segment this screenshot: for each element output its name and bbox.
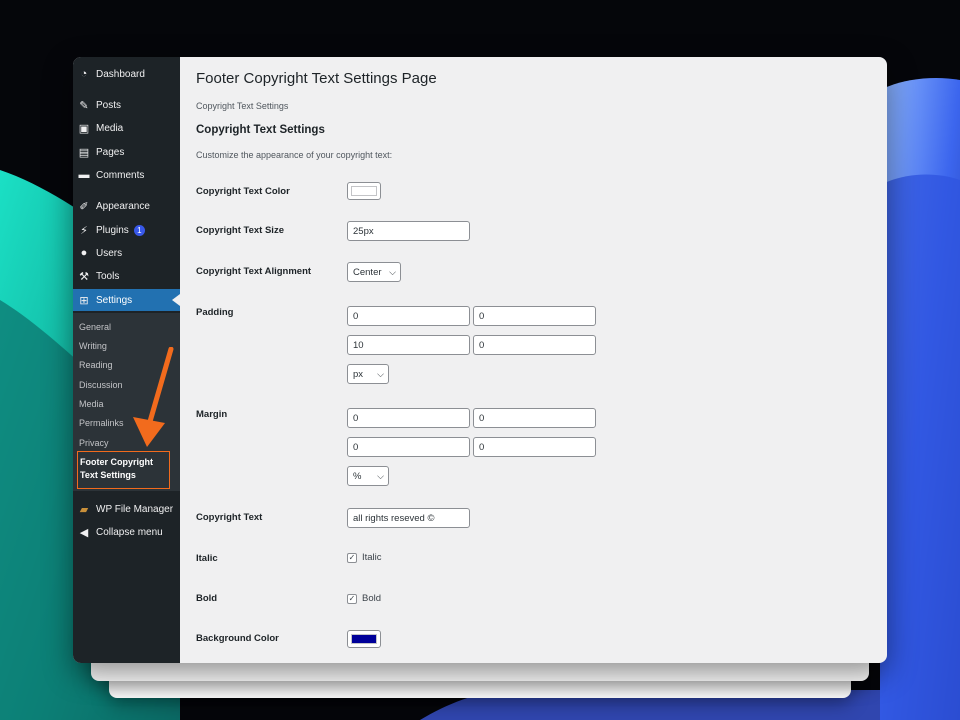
user-icon: ● [80, 247, 88, 259]
comment-icon: ▬ [78, 169, 90, 181]
main-content: Footer Copyright Text Settings Page Copy… [180, 57, 887, 663]
plugins-update-badge: 1 [133, 224, 145, 236]
settings-icon: ⊞ [79, 294, 89, 307]
bold-option-label: Bold [362, 593, 382, 604]
text-size-input[interactable]: 25px [347, 221, 470, 241]
sidebar-item-pages[interactable]: ▤ Pages [73, 141, 180, 163]
submenu-item-privacy[interactable]: Privacy [79, 438, 109, 448]
italic-option[interactable]: ✓ Italic [347, 552, 382, 563]
background-color-label: Background Color [196, 633, 279, 644]
pages-icon: ▤ [78, 146, 90, 159]
sidebar-item-label: Users [96, 247, 123, 259]
sidebar-item-tools[interactable]: ⚒ Tools [73, 265, 180, 287]
folder-icon: ▰ [79, 503, 89, 516]
margin-top-input[interactable]: 0 [347, 408, 470, 428]
brush-icon: ✐ [79, 200, 89, 213]
margin-right-input[interactable]: 0 [473, 408, 596, 428]
page-subtitle: Copyright Text Settings [196, 101, 289, 111]
sidebar-item-dashboard[interactable]: ◔ Dashboard [73, 63, 180, 85]
sidebar-item-label: Dashboard [96, 68, 145, 80]
sidebar-item-label: Media [96, 122, 124, 134]
collapse-menu-button[interactable]: ◀ Collapse menu [73, 521, 180, 543]
padding-bottom-input[interactable]: 10 [347, 335, 470, 355]
chevron-down-icon: ⌵ [377, 470, 384, 481]
margin-label: Margin [196, 409, 228, 420]
background-color-picker[interactable] [347, 630, 381, 648]
italic-option-label: Italic [362, 552, 382, 563]
submenu-item-writing[interactable]: Writing [79, 341, 107, 351]
plugin-icon: ⚡ [80, 224, 88, 237]
pin-icon: ✎ [79, 99, 89, 112]
text-color-label: Copyright Text Color [196, 186, 290, 197]
sidebar-item-media[interactable]: ▣ Media [73, 117, 180, 139]
wrench-icon: ⚒ [79, 270, 89, 283]
padding-left-input[interactable]: 0 [473, 335, 596, 355]
alignment-select[interactable]: Center ⌵ [347, 262, 401, 282]
margin-unit-value: % [353, 470, 362, 482]
text-alignment-label: Copyright Text Alignment [196, 266, 312, 277]
bold-label: Bold [196, 593, 218, 604]
chevron-down-icon: ⌵ [389, 266, 396, 277]
bold-option[interactable]: ✓ Bold [347, 593, 381, 604]
sidebar-item-label: Tools [96, 270, 120, 282]
sidebar-item-posts[interactable]: ✎ Posts [73, 94, 180, 116]
sidebar-item-plugins[interactable]: ⚡ Plugins 1 [73, 219, 180, 241]
sidebar-item-label: Plugins [96, 224, 129, 236]
submenu-item-permalinks[interactable]: Permalinks [79, 418, 124, 428]
text-size-label: Copyright Text Size [196, 225, 284, 236]
chevron-down-icon: ⌵ [377, 368, 384, 379]
text-color-fill [351, 186, 377, 196]
copyright-text-input[interactable]: all rights reseved © [347, 508, 470, 528]
sidebar-item-label: Settings [96, 294, 133, 306]
sidebar-item-users[interactable]: ● Users [73, 242, 180, 264]
margin-left-input[interactable]: 0 [473, 437, 596, 457]
padding-top-input[interactable]: 0 [347, 306, 470, 326]
padding-unit-select[interactable]: px ⌵ [347, 364, 389, 384]
padding-right-input[interactable]: 0 [473, 306, 596, 326]
media-icon: ▣ [78, 122, 90, 135]
sidebar-item-label: Appearance [96, 200, 150, 212]
sidebar-item-wp-file-manager[interactable]: ▰ WP File Manager [73, 498, 180, 520]
sidebar-item-label: Posts [96, 99, 122, 111]
copyright-text-label: Copyright Text [196, 512, 263, 523]
italic-checkbox[interactable]: ✓ [347, 552, 357, 563]
margin-unit-select[interactable]: % ⌵ [347, 466, 389, 486]
padding-label: Padding [196, 307, 234, 318]
alignment-select-value: Center [353, 266, 382, 278]
dashboard-icon: ◔ [80, 68, 88, 80]
sidebar-item-settings[interactable]: ⊞ Settings [73, 289, 180, 311]
collapse-icon: ◀ [79, 526, 89, 539]
sidebar-item-label: Collapse menu [96, 526, 163, 538]
background-color-fill [351, 634, 377, 644]
section-title: Copyright Text Settings [196, 124, 325, 136]
browser-window: ◔ Dashboard ✎ Posts ▣ Media ▤ Pages ▬ Co… [73, 57, 887, 663]
italic-label: Italic [196, 553, 218, 564]
sidebar-item-label: WP File Manager [96, 503, 174, 515]
sidebar-item-label: Comments [96, 169, 145, 181]
text-color-picker[interactable] [347, 182, 381, 200]
padding-unit-value: px [353, 368, 364, 380]
sidebar-item-label: Pages [96, 146, 125, 158]
submenu-item-reading[interactable]: Reading [79, 360, 113, 370]
annotation-arrow-icon [133, 347, 174, 447]
bold-checkbox[interactable]: ✓ [347, 593, 357, 604]
sidebar-item-appearance[interactable]: ✐ Appearance [73, 195, 180, 217]
margin-bottom-input[interactable]: 0 [347, 437, 470, 457]
submenu-item-media[interactable]: Media [79, 399, 104, 409]
page-title: Footer Copyright Text Settings Page [196, 70, 437, 87]
submenu-item-general[interactable]: General [79, 322, 111, 332]
sidebar-item-comments[interactable]: ▬ Comments [73, 164, 180, 186]
section-description: Customize the appearance of your copyrig… [196, 150, 393, 160]
submenu-item-discussion[interactable]: Discussion [79, 380, 123, 390]
